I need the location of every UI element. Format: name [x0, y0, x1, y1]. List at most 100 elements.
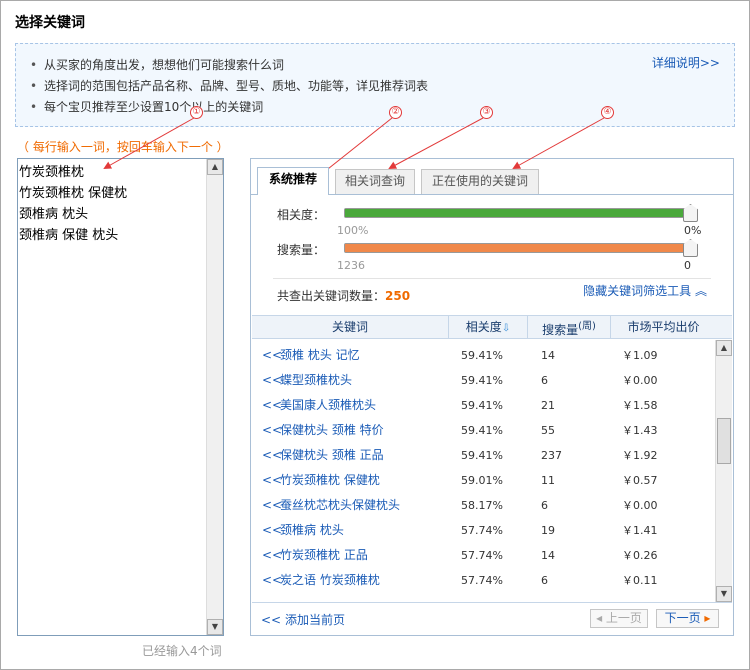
row-volume: 11	[541, 474, 555, 487]
row-price: ￥1.09	[622, 349, 658, 362]
prev-page-button[interactable]: ◂ 上一页	[590, 609, 648, 628]
row-price: ￥0.26	[622, 549, 658, 562]
marker-3: ③	[480, 106, 493, 119]
tab-related-search[interactable]: 相关词查询	[335, 169, 415, 194]
table-row[interactable]: << 颈椎病 枕头 57.74% 19 ￥1.41	[252, 518, 715, 543]
row-relevance: 57.74%	[461, 549, 503, 562]
search-volume-handle[interactable]	[683, 239, 698, 257]
tab-system-recommend[interactable]: 系统推荐	[257, 167, 329, 195]
row-keyword[interactable]: 炭之语 竹炭颈椎枕	[280, 568, 380, 593]
row-keyword[interactable]: 蚕丝枕芯枕头保健枕头	[280, 493, 400, 518]
keyword-lines: 竹炭颈椎枕 竹炭颈椎枕 保健枕 颈椎病 枕头 颈椎病 保健 枕头	[19, 162, 127, 246]
keyword-textarea[interactable]: 竹炭颈椎枕 竹炭颈椎枕 保健枕 颈椎病 枕头 颈椎病 保健 枕头 ▲ ▼	[17, 158, 224, 636]
header-keyword: 关键词	[331, 320, 368, 334]
search-volume-fill	[345, 244, 691, 252]
page-title: 选择关键词	[15, 15, 85, 31]
row-price: ￥0.11	[622, 574, 658, 587]
scroll-up-icon[interactable]: ▲	[207, 159, 223, 175]
chevron-right-icon: ▸	[704, 611, 711, 625]
row-keyword[interactable]: 保健枕头 颈椎 特价	[280, 418, 384, 443]
bullet-icon: •	[30, 58, 38, 72]
header-relevance[interactable]: 相关度⇩	[448, 316, 527, 338]
keyword-line: 竹炭颈椎枕	[19, 165, 85, 180]
row-keyword[interactable]: 蝶型颈椎枕头	[280, 368, 352, 393]
tip-item: • 从买家的角度出发，想想他们可能搜索什么词	[30, 55, 428, 76]
add-arrow-icon: <<	[261, 613, 282, 627]
scroll-thumb[interactable]	[717, 418, 731, 464]
relevance-slider[interactable]	[344, 208, 692, 218]
table-row[interactable]: << 保健枕头 颈椎 正品 59.41% 237 ￥1.92	[252, 443, 715, 468]
search-volume-slider[interactable]	[344, 243, 692, 253]
row-relevance: 57.74%	[461, 574, 503, 587]
table-header: 关键词 相关度⇩ 搜索量(周) 市场平均出价	[252, 315, 732, 339]
scroll-down-icon[interactable]: ▼	[207, 619, 223, 635]
row-keyword[interactable]: 颈椎病 枕头	[280, 518, 344, 543]
table-row[interactable]: << 竹炭颈椎枕 保健枕 59.01% 11 ￥0.57	[252, 468, 715, 493]
row-volume: 14	[541, 549, 555, 562]
row-volume: 55	[541, 424, 555, 437]
row-price: ￥1.92	[622, 449, 658, 462]
table-row[interactable]: << 竹炭颈椎枕 正品 57.74% 14 ￥0.26	[252, 543, 715, 568]
keyword-line: 颈椎病 枕头	[19, 207, 89, 222]
hide-filter-link[interactable]: 隐藏关键词筛选工具 ︽	[583, 282, 707, 299]
keyword-line: 竹炭颈椎枕 保健枕	[19, 186, 128, 201]
table-scrollbar[interactable]: ▲ ▼	[715, 340, 732, 602]
row-volume: 14	[541, 349, 555, 362]
input-hint: （ 每行输入一词，按回车输入下一个 ）	[17, 140, 229, 154]
row-keyword[interactable]: 竹炭颈椎枕 保健枕	[280, 468, 380, 493]
row-price: ￥1.43	[622, 424, 658, 437]
table-row[interactable]: << 颈椎 枕头 记忆 59.41% 14 ￥1.09	[252, 343, 715, 368]
table-row[interactable]: << 美国康人颈椎枕头 59.41% 21 ￥1.58	[252, 393, 715, 418]
tip-item: • 每个宝贝推荐至少设置10个以上的关键词	[30, 97, 428, 118]
recommend-panel: 系统推荐 相关词查询 正在使用的关键词 相关度： 100% 0% 搜索量： 12…	[250, 158, 734, 636]
row-relevance: 59.41%	[461, 424, 503, 437]
row-relevance: 58.17%	[461, 499, 503, 512]
table-row[interactable]: << 炭之语 竹炭颈椎枕 57.74% 6 ￥0.11	[252, 568, 715, 593]
search-volume-label: 搜索量：	[277, 243, 326, 257]
marker-1: ①	[190, 106, 203, 119]
header-price: 市场平均出价	[610, 316, 716, 338]
result-count-text: 共查出关键词数量：250	[277, 289, 411, 303]
keyword-count: 已经输入4个词	[142, 644, 222, 658]
add-current-page-button[interactable]: << 添加当前页	[261, 611, 345, 628]
scroll-up-icon[interactable]: ▲	[716, 340, 732, 356]
row-price: ￥1.58	[622, 399, 658, 412]
row-price: ￥1.41	[622, 524, 658, 537]
row-price: ￥0.00	[622, 499, 658, 512]
result-count: 250	[385, 289, 411, 303]
next-page-button[interactable]: 下一页 ▸	[656, 609, 719, 628]
tab-keywords-in-use[interactable]: 正在使用的关键词	[421, 169, 539, 194]
bullet-icon: •	[30, 100, 38, 114]
row-keyword[interactable]: 保健枕头 颈椎 正品	[280, 443, 384, 468]
relevance-fill	[345, 209, 691, 217]
row-relevance: 59.41%	[461, 449, 503, 462]
row-relevance: 57.74%	[461, 524, 503, 537]
row-keyword[interactable]: 竹炭颈椎枕 正品	[280, 543, 368, 568]
table-row[interactable]: << 蝶型颈椎枕头 59.41% 6 ￥0.00	[252, 368, 715, 393]
bullet-icon: •	[30, 79, 38, 93]
row-volume: 6	[541, 499, 548, 512]
table-row[interactable]: << 保健枕头 颈椎 特价 59.41% 55 ￥1.43	[252, 418, 715, 443]
row-price: ￥0.00	[622, 374, 658, 387]
marker-4: ④	[601, 106, 614, 119]
footer-divider	[252, 602, 732, 603]
keyword-line: 颈椎病 保健 枕头	[19, 228, 119, 243]
table-row[interactable]: << 蚕丝枕芯枕头保健枕头 58.17% 6 ￥0.00	[252, 493, 715, 518]
row-relevance: 59.41%	[461, 399, 503, 412]
row-volume: 6	[541, 374, 548, 387]
row-volume: 237	[541, 449, 562, 462]
tip-item: • 选择词的范围包括产品名称、品牌、型号、质地、功能等，详见推荐词表	[30, 76, 428, 97]
relevance-max: 0%	[684, 224, 702, 237]
detail-link[interactable]: 详细说明>>	[652, 54, 720, 71]
row-keyword[interactable]: 颈椎 枕头 记忆	[280, 343, 360, 368]
relevance-handle[interactable]	[683, 204, 698, 222]
textarea-scrollbar[interactable]: ▲ ▼	[206, 159, 223, 635]
relevance-min: 100%	[337, 224, 369, 237]
header-volume[interactable]: 搜索量(周)	[527, 316, 610, 338]
sort-down-icon[interactable]: ⇩	[502, 323, 510, 334]
scroll-down-icon[interactable]: ▼	[716, 586, 732, 602]
relevance-label: 相关度：	[277, 208, 326, 222]
row-keyword[interactable]: 美国康人颈椎枕头	[280, 393, 376, 418]
row-volume: 19	[541, 524, 555, 537]
row-volume: 6	[541, 574, 548, 587]
